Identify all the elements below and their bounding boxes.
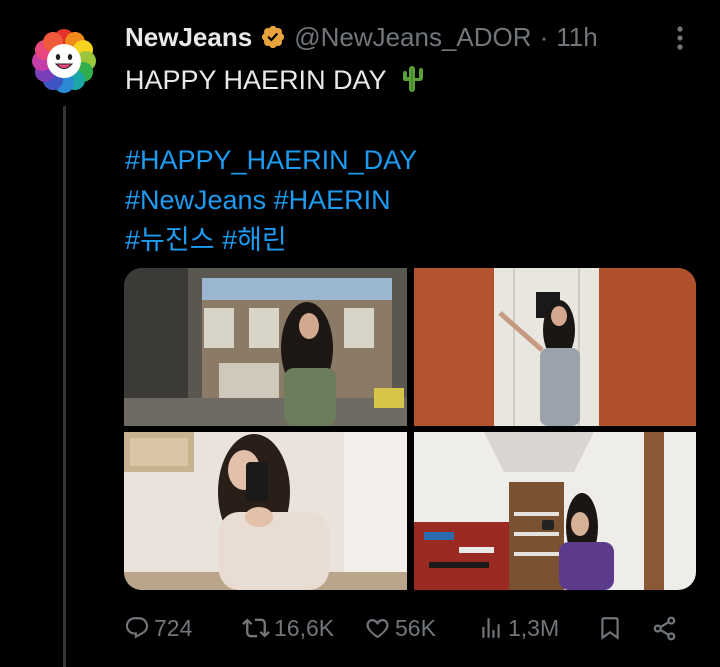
tweet-header: NewJeans @NewJeans_ADOR · 11h <box>125 20 598 54</box>
hashtag-newjeans[interactable]: #NewJeans <box>125 185 266 215</box>
share-icon <box>653 616 676 640</box>
bookmark-button[interactable] <box>597 608 623 648</box>
repost-icon <box>242 618 270 638</box>
cactus-emoji-icon <box>402 66 423 92</box>
verified-badge-icon[interactable] <box>260 24 286 50</box>
thread-line <box>63 106 66 667</box>
views-chart-icon <box>482 618 500 638</box>
repost-button[interactable]: 16,6K <box>242 608 334 648</box>
like-count: 56K <box>395 614 436 641</box>
photo-staircase[interactable] <box>414 432 696 590</box>
photo-mirror-selfie[interactable] <box>124 432 407 590</box>
views-button[interactable]: 1,3M <box>478 608 559 648</box>
more-options-icon[interactable] <box>670 22 690 54</box>
hashtag-haerin-korean[interactable]: #해린 <box>222 225 287 255</box>
newjeans-flower-avatar[interactable] <box>31 28 97 94</box>
tweet-text-line: HAPPY HAERIN DAY <box>125 65 387 95</box>
like-button[interactable]: 56K <box>364 608 436 648</box>
tweet-time[interactable]: 11h <box>556 22 597 53</box>
share-button[interactable] <box>651 608 678 648</box>
heart-icon <box>366 618 389 638</box>
author-name[interactable]: NewJeans <box>125 22 252 53</box>
hashtag-haerin[interactable]: #HAERIN <box>274 185 391 215</box>
action-bar: 724 16,6K 56K 1,3M <box>124 608 684 648</box>
bookmark-icon <box>601 617 619 640</box>
tweet-text: HAPPY HAERIN DAY #HAPPY_HAERIN_DAY #NewJ… <box>125 60 424 260</box>
photo-window[interactable] <box>124 268 407 426</box>
hashtag-newjeans-korean[interactable]: #뉴진스 <box>125 225 215 255</box>
author-handle[interactable]: @NewJeans_ADOR <box>294 22 531 53</box>
separator-dot: · <box>539 21 549 52</box>
hashtag-happy-haerin-day[interactable]: #HAPPY_HAERIN_DAY <box>125 145 417 175</box>
photo-door[interactable] <box>414 268 696 426</box>
repost-count: 16,6K <box>274 614 335 641</box>
media-grid <box>124 268 696 590</box>
reply-button[interactable]: 724 <box>124 608 192 648</box>
reply-icon <box>125 617 149 639</box>
reply-count: 724 <box>154 614 193 641</box>
view-count: 1,3M <box>508 614 560 641</box>
